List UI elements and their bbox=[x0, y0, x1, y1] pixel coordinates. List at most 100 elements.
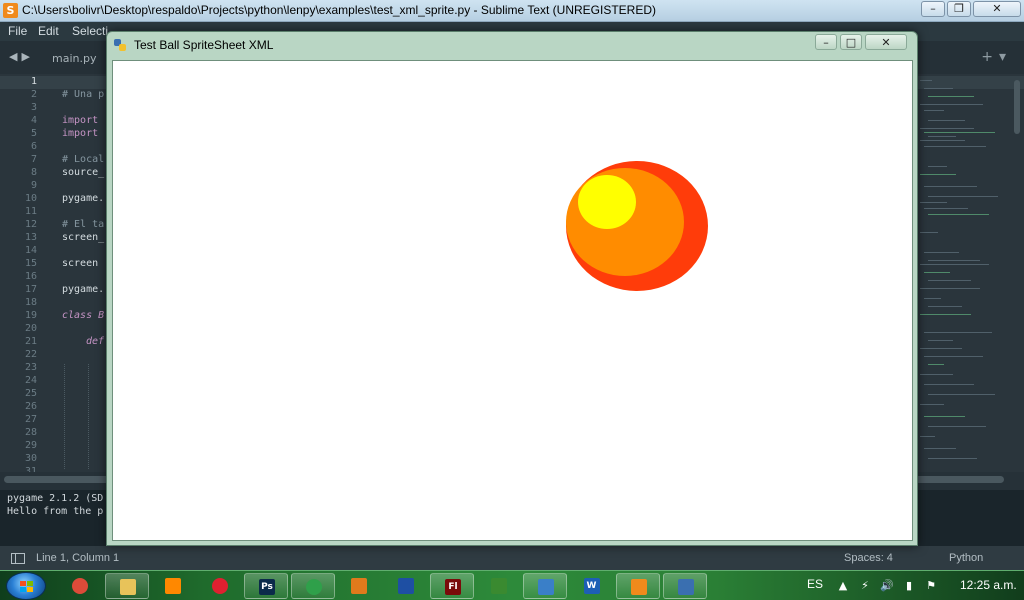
minimap-line bbox=[928, 120, 965, 121]
menu-edit[interactable]: Edit bbox=[38, 24, 59, 38]
minimap-line bbox=[924, 252, 959, 253]
line-number: 9 bbox=[30, 180, 37, 191]
windows-logo-icon bbox=[20, 581, 33, 592]
taskbar-headset-app-button[interactable] bbox=[290, 573, 335, 599]
minimap-line bbox=[924, 356, 983, 357]
ball-sprite bbox=[566, 161, 708, 291]
code-line: screen_ bbox=[62, 232, 105, 243]
code-line: class B bbox=[62, 310, 105, 321]
taskbar-flash-button[interactable]: Fl bbox=[430, 573, 474, 599]
console-line: Hello from the p bbox=[7, 506, 104, 517]
pygame-close-button[interactable]: ✕ bbox=[865, 34, 907, 50]
tab-nav-arrows-icon[interactable]: ◀▶ bbox=[9, 50, 34, 63]
network-icon[interactable]: ▮ bbox=[902, 579, 916, 593]
minimap-line bbox=[920, 288, 980, 289]
system-tray: ES ▲ ⚡ 🔊 ▮ ⚑ 12:25 a.m. bbox=[774, 571, 1024, 600]
minimap-line bbox=[924, 416, 965, 417]
line-number: 13 bbox=[24, 232, 37, 243]
minimap-line bbox=[928, 306, 962, 307]
blender-icon bbox=[397, 578, 414, 594]
minimap-line bbox=[924, 110, 944, 111]
minimap-line bbox=[920, 264, 989, 265]
line-number: 8 bbox=[30, 167, 37, 178]
taskbar-word-button[interactable]: W bbox=[570, 573, 614, 599]
menu-selection[interactable]: Selecti bbox=[72, 24, 108, 38]
clock[interactable]: 12:25 a.m. bbox=[960, 578, 1017, 592]
minimap[interactable] bbox=[914, 74, 1014, 472]
power-icon[interactable]: ⚡ bbox=[858, 579, 872, 593]
syntax-setting[interactable]: Python bbox=[949, 552, 983, 564]
minimap-line bbox=[920, 348, 962, 349]
taskbar-python-button[interactable] bbox=[662, 573, 707, 599]
pygame-minimize-button[interactable]: – bbox=[815, 34, 837, 50]
line-number: 14 bbox=[24, 245, 37, 256]
minimap-line bbox=[924, 186, 977, 187]
minimap-line bbox=[924, 384, 974, 385]
panel-toggle-icon[interactable] bbox=[11, 553, 25, 564]
close-button[interactable]: ✕ bbox=[973, 1, 1021, 17]
vertical-scrollbar[interactable] bbox=[1014, 80, 1020, 134]
minimap-line bbox=[920, 436, 935, 437]
line-number: 16 bbox=[24, 271, 37, 282]
taskbar-vlc-button[interactable] bbox=[151, 573, 195, 599]
minimap-line bbox=[924, 448, 956, 449]
volume-icon[interactable]: 🔊 bbox=[880, 579, 894, 593]
minimap-line bbox=[928, 166, 947, 167]
taskbar-explorer-button[interactable] bbox=[104, 573, 149, 599]
code-line: pygame. bbox=[62, 193, 105, 204]
cursor-position[interactable]: Line 1, Column 1 bbox=[36, 552, 119, 564]
vlc-icon bbox=[165, 578, 181, 594]
minimap-line bbox=[920, 202, 947, 203]
pygame-canvas[interactable] bbox=[112, 60, 913, 541]
action-center-flag-icon[interactable]: ⚑ bbox=[924, 579, 938, 593]
ball-highlight bbox=[578, 175, 636, 229]
console-line: pygame 2.1.2 (SD bbox=[7, 493, 104, 504]
minimap-line bbox=[920, 374, 953, 375]
pygame-maximize-button[interactable]: □ bbox=[840, 34, 862, 50]
minimap-line bbox=[928, 340, 953, 341]
fl-studio-icon bbox=[351, 578, 367, 594]
taskbar-blender-button[interactable] bbox=[384, 573, 428, 599]
taskbar-wireless-app-button[interactable] bbox=[477, 573, 521, 599]
keyboard-app-icon bbox=[538, 579, 554, 595]
line-number: 3 bbox=[30, 102, 37, 113]
taskbar-keyboard-app-button[interactable] bbox=[523, 573, 567, 599]
headset-app-icon bbox=[305, 579, 322, 595]
taskbar: Ps Fl W ES ▲ ⚡ 🔊 ▮ ⚑ 12:25 a.m. bbox=[0, 570, 1024, 600]
line-number: 25 bbox=[24, 388, 37, 399]
language-indicator[interactable]: ES bbox=[807, 577, 823, 591]
line-number: 11 bbox=[24, 206, 37, 217]
minimap-line bbox=[928, 96, 974, 97]
maximize-button[interactable]: ❐ bbox=[947, 1, 971, 17]
taskbar-sublime-text-button[interactable] bbox=[616, 573, 660, 599]
taskbar-target-app-button[interactable] bbox=[198, 573, 242, 599]
tab-main-py[interactable]: main.py bbox=[52, 52, 96, 65]
code-line: source_ bbox=[62, 167, 105, 178]
minimap-line bbox=[920, 140, 965, 141]
line-number: 5 bbox=[30, 128, 37, 139]
pygame-titlebar[interactable]: Test Ball SpriteSheet XML – □ ✕ bbox=[107, 32, 917, 59]
minimap-line bbox=[928, 260, 980, 261]
taskbar-photoshop-button[interactable]: Ps bbox=[244, 573, 288, 599]
line-number: 23 bbox=[24, 362, 37, 373]
minimap-line bbox=[924, 132, 995, 133]
start-button[interactable] bbox=[6, 572, 46, 600]
minimap-line bbox=[924, 298, 941, 299]
minimap-line bbox=[928, 196, 998, 197]
line-number: 17 bbox=[24, 284, 37, 295]
python-snake-icon bbox=[114, 39, 126, 51]
sublime-window-title: C:\Users\bolivr\Desktop\respaldo\Project… bbox=[22, 3, 657, 17]
minimap-line bbox=[928, 364, 944, 365]
indentation-setting[interactable]: Spaces: 4 bbox=[844, 552, 893, 564]
taskbar-fl-studio-button[interactable] bbox=[337, 573, 381, 599]
line-number: 24 bbox=[24, 375, 37, 386]
taskbar-chrome-button[interactable] bbox=[58, 573, 102, 599]
minimap-line bbox=[920, 404, 944, 405]
minimap-line bbox=[924, 332, 992, 333]
tab-add-icon[interactable]: +▾ bbox=[981, 49, 1012, 65]
minimap-line bbox=[920, 314, 971, 315]
show-hidden-icons-icon[interactable]: ▲ bbox=[836, 579, 850, 593]
code-line: import bbox=[62, 115, 99, 126]
minimize-button[interactable]: – bbox=[921, 1, 945, 17]
menu-file[interactable]: File bbox=[8, 24, 27, 38]
